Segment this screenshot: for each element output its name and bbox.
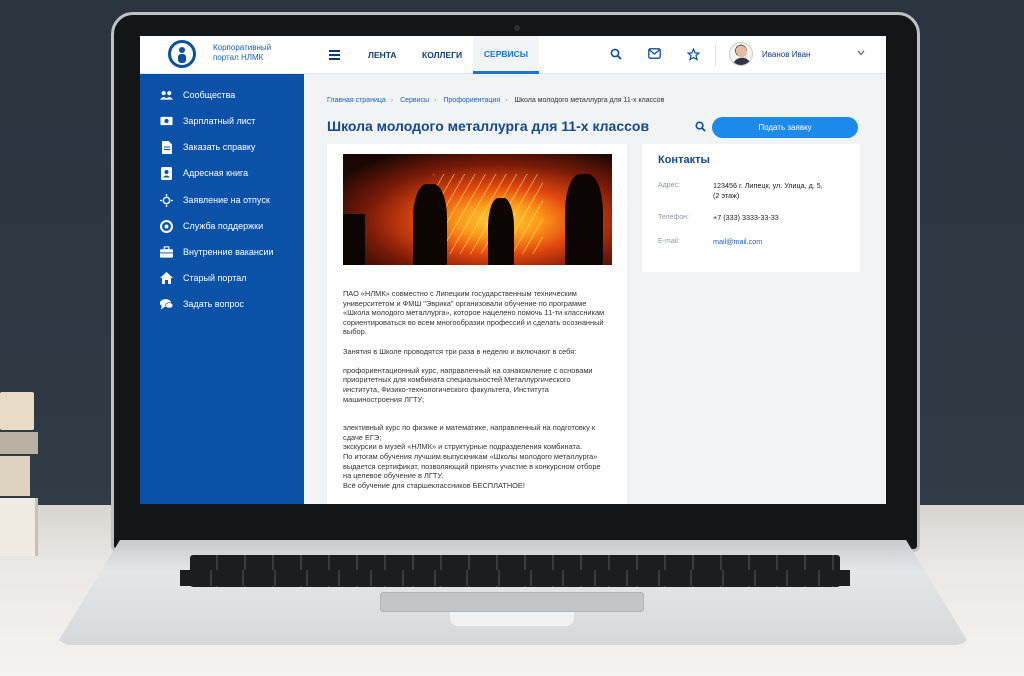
camera-icon [514, 25, 520, 31]
sidebar-item-label: Заказать справку [183, 142, 256, 152]
top-header: Корпоративный портал НЛМК ЛЕНТА КОЛЛЕГИ … [140, 36, 886, 74]
star-icon[interactable] [686, 47, 700, 62]
address-label: Адрес: [658, 182, 680, 189]
logo-text[interactable]: Корпоративный портал НЛМК [213, 43, 293, 63]
article-card: ПАО «НЛМК» совместно с Липецким государс… [327, 144, 627, 504]
sidebar-item-order-certificate[interactable]: Заказать справку [160, 139, 255, 155]
briefcase-icon [160, 246, 173, 259]
keyboard-row [180, 570, 850, 586]
sidebar-item-vacation-request[interactable]: Заявление на отпуск [160, 192, 270, 208]
sidebar-item-label: Зарплатный лист [183, 116, 256, 126]
chat-icon [160, 298, 173, 311]
phone-value[interactable]: +7 (333) 3333-33-33 [713, 213, 779, 223]
sidebar-item-old-portal[interactable]: Старый портал [160, 270, 247, 286]
article-paragraph: профориентационный курс, направленный на… [343, 365, 593, 404]
breadcrumb-career-guidance[interactable]: Профориентация [443, 97, 500, 104]
apply-button[interactable]: Подать заявку [712, 117, 858, 138]
sidebar-item-label: Внутренние вакансии [183, 247, 274, 257]
contacts-title: Контакты [658, 154, 710, 166]
sidebar-item-label: Адресная книга [183, 168, 249, 178]
sidebar-item-ask-question[interactable]: Задать вопрос [160, 296, 244, 312]
tab-services[interactable]: СЕРВИСЫ [473, 36, 539, 74]
nlmk-logo-icon[interactable] [168, 40, 196, 68]
hero-image [343, 154, 612, 265]
lifebuoy-icon [160, 219, 173, 233]
menu-burger-icon[interactable] [329, 50, 340, 60]
user-name[interactable]: Иванов Иван [762, 50, 810, 59]
tab-colleagues[interactable]: КОЛЛЕГИ [410, 36, 474, 74]
address-book-icon [160, 166, 173, 180]
address-value: 123456 г. Липецк, ул. Улица, д. 5, (2 эт… [713, 181, 823, 200]
sidebar-item-support[interactable]: Служба поддержки [160, 218, 263, 234]
header-divider [715, 44, 716, 66]
chevron-down-icon[interactable] [857, 49, 865, 58]
phone-label: Телефон: [658, 214, 689, 221]
sidebar-item-label: Задать вопрос [183, 299, 244, 309]
trackpad [380, 592, 644, 612]
laptop-front-notch [450, 612, 574, 626]
article-paragraph: Занятия в Школе проводятся три раза в не… [343, 346, 577, 356]
home-icon [160, 272, 173, 285]
article-paragraph: элективный курс по физике и математике, … [343, 423, 601, 490]
sidebar-item-payslip[interactable]: Зарплатный лист [160, 113, 255, 129]
sidebar-item-label: Старый портал [183, 273, 247, 283]
sidebar-item-communities[interactable]: Сообщества [160, 87, 235, 103]
sidebar-item-vacancies[interactable]: Внутренние вакансии [160, 244, 273, 260]
breadcrumb-services[interactable]: Сервисы [400, 97, 429, 104]
avatar[interactable] [729, 42, 753, 66]
users-icon [160, 89, 173, 102]
mail-icon[interactable] [647, 48, 661, 62]
sidebar-item-label: Заявление на отпуск [183, 195, 270, 205]
page-title: Школа молодого металлурга для 11-х класс… [327, 118, 650, 134]
breadcrumb-home[interactable]: Главная страница [327, 97, 386, 104]
breadcrumb-current: Школа молодого металлурга для 11-х класс… [514, 97, 665, 104]
article-body: ПАО «НЛМК» совместно с Липецким государс… [343, 289, 615, 500]
email-label: E-mail: [658, 238, 680, 245]
contacts-card: Контакты Адрес: 123456 г. Липецк, ул. Ул… [642, 144, 860, 272]
sun-icon [160, 193, 173, 207]
sidebar: Сообщества Зарплатный лист Заказать спра… [140, 74, 304, 504]
email-link[interactable]: mail@mail.com [713, 237, 762, 247]
search-icon[interactable] [609, 48, 623, 62]
money-icon [160, 115, 173, 128]
search-icon[interactable] [695, 121, 706, 135]
book-stack [0, 392, 42, 562]
screen: Корпоративный портал НЛМК ЛЕНТА КОЛЛЕГИ … [140, 36, 886, 504]
sidebar-item-address-book[interactable]: Адресная книга [160, 165, 248, 181]
breadcrumb: Главная страница › Сервисы › Профориентаци… [327, 97, 665, 104]
article-paragraph: ПАО «НЛМК» совместно с Липецким государс… [343, 289, 605, 337]
tab-feed[interactable]: ЛЕНТА [356, 36, 409, 74]
sidebar-item-label: Сообщества [183, 90, 236, 100]
sidebar-item-label: Служба поддержки [183, 221, 264, 231]
document-icon [160, 140, 173, 154]
